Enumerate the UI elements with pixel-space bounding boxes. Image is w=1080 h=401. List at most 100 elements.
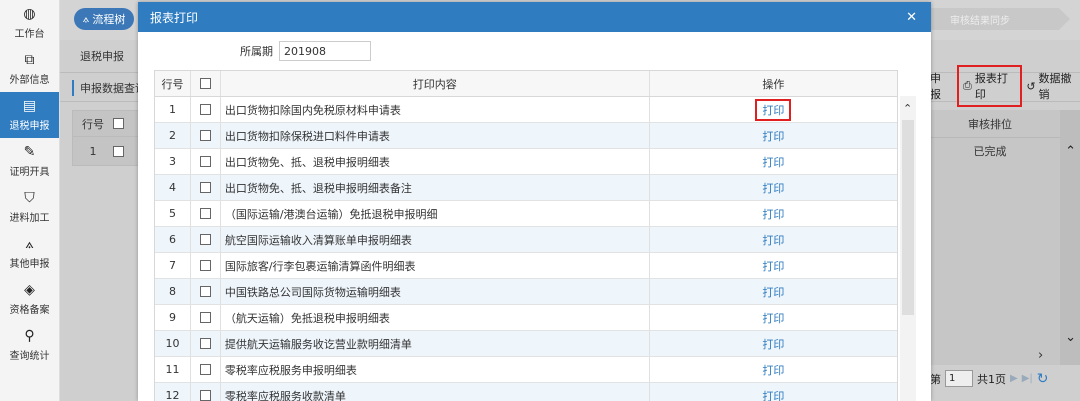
row-content: 中国铁路总公司国际货物运输明细表: [221, 279, 650, 304]
print-link[interactable]: 打印: [762, 206, 784, 222]
sidebar-item-label: 资格备案: [9, 305, 50, 316]
row-no: 6: [155, 227, 191, 252]
select-all-checkbox[interactable]: [199, 78, 211, 89]
sidebar-item-label: 查询统计: [9, 351, 50, 362]
print-table: 行号 打印内容 操作 1 出口货物扣除国内免税原材料申请表 打印 2 出口货物扣除保税进…: [154, 70, 898, 401]
report-print-dialog: 报表打印 ✕ 所属期 201908 行号 打印内容 操作 1 出口货物扣除国内免税…: [138, 2, 931, 401]
last-page-icon[interactable]: ▶|: [1022, 373, 1033, 384]
tab-query-data[interactable]: 申报数据查询: [72, 80, 146, 96]
row-checkbox[interactable]: [199, 312, 211, 323]
print-link[interactable]: 打印: [762, 232, 784, 248]
period-label: 所属期: [240, 45, 273, 58]
table-row: 9 （航天运输）免抵退税申报明细表 打印: [155, 305, 897, 331]
print-link[interactable]: 打印: [762, 128, 784, 144]
sidebar-item-0[interactable]: ◍ 工作台: [0, 0, 59, 46]
sidebar-item-label: 退税申报: [9, 121, 50, 132]
sidebar-item-4[interactable]: ⛉ 进料加工: [0, 184, 59, 230]
dashboard-icon: ◍: [23, 6, 36, 22]
dialog-scrollbar[interactable]: ⌃: [900, 96, 916, 401]
table-row: 1 出口货物扣除国内免税原材料申请表 打印: [155, 97, 897, 123]
sidebar-item-5[interactable]: ⟑ 其他申报: [0, 230, 59, 276]
table-row: 8 中国铁路总公司国际货物运输明细表 打印: [155, 279, 897, 305]
print-link[interactable]: 打印: [762, 388, 784, 401]
sidebar-item-2[interactable]: ▤ 退税申报: [0, 92, 59, 138]
sidebar-item-label: 工作台: [14, 29, 45, 40]
sidebar-item-7[interactable]: ⚲ 查询统计: [0, 322, 59, 368]
close-icon[interactable]: ✕: [906, 10, 917, 25]
row-checkbox[interactable]: [199, 390, 211, 401]
print-link[interactable]: 打印: [762, 180, 784, 196]
printer-icon: ⎙: [963, 79, 972, 92]
row-checkbox[interactable]: [199, 338, 211, 349]
print-link[interactable]: 打印: [762, 310, 784, 326]
background-scrollbar[interactable]: ⌃ ⌄: [1060, 110, 1080, 365]
row-checkbox[interactable]: [199, 156, 211, 167]
row-no: 11: [155, 357, 191, 382]
row-checkbox-cell: [191, 357, 221, 382]
dialog-header: 报表打印 ✕: [138, 2, 931, 32]
row-action-cell: 打印: [650, 279, 897, 304]
row-action-cell: 打印: [650, 97, 897, 122]
page-input[interactable]: 1: [945, 370, 973, 387]
row-checkbox[interactable]: [113, 145, 124, 157]
row-no: 4: [155, 175, 191, 200]
row-content: 出口货物扣除国内免税原材料申请表: [221, 97, 650, 122]
data-undo-button[interactable]: ↺ 数据撤销: [1026, 70, 1080, 102]
sidebar-item-3[interactable]: ✎ 证明开具: [0, 138, 59, 184]
select-all-checkbox[interactable]: [113, 118, 124, 129]
sidebar-item-6[interactable]: ◈ 资格备案: [0, 276, 59, 322]
sidebar-item-label: 进料加工: [9, 213, 50, 224]
row-checkbox[interactable]: [199, 208, 211, 219]
pager-prefix: 第: [930, 372, 941, 386]
row-checkbox[interactable]: [199, 130, 211, 141]
sidebar-item-1[interactable]: ⧉ 外部信息: [0, 46, 59, 92]
print-link[interactable]: 打印: [762, 258, 784, 274]
row-content: 零税率应税服务收款清单: [221, 383, 650, 401]
period-input[interactable]: 201908: [279, 41, 371, 61]
print-link[interactable]: 打印: [762, 336, 784, 352]
period-field: 所属期 201908: [240, 41, 371, 61]
row-no: 8: [155, 279, 191, 304]
row-checkbox[interactable]: [199, 104, 211, 115]
row-checkbox[interactable]: [199, 286, 211, 297]
row-no: 7: [155, 253, 191, 278]
scroll-thumb[interactable]: [902, 120, 914, 315]
row-checkbox-cell: [191, 149, 221, 174]
table-row: 4 出口货物免、抵、退税申报明细表备注 打印: [155, 175, 897, 201]
edit-icon: ✎: [23, 144, 36, 160]
chevron-right-icon[interactable]: ›: [1038, 348, 1043, 363]
header-action: 操作: [762, 77, 785, 91]
pager-total: 共1页: [977, 372, 1006, 386]
row-checkbox[interactable]: [199, 364, 211, 375]
row-no: 10: [155, 331, 191, 356]
sitemap-icon: ⟑: [25, 236, 34, 252]
row-checkbox-cell: [191, 253, 221, 278]
print-link[interactable]: 打印: [755, 98, 792, 121]
shield-icon: ⛉: [24, 190, 35, 206]
sitemap-icon: ⟑: [82, 12, 90, 25]
print-link[interactable]: 打印: [762, 362, 784, 378]
row-content: （国际运输/港澳台运输）免抵退税申报明细: [221, 201, 650, 226]
row-action-cell: 打印: [650, 253, 897, 278]
row-checkbox[interactable]: [199, 182, 211, 193]
row-checkbox-cell: [191, 305, 221, 330]
row-action-cell: 打印: [650, 201, 897, 226]
tab-tax-refund[interactable]: 退税申报: [80, 48, 124, 64]
refresh-icon[interactable]: ↻: [1037, 371, 1049, 387]
chevron-up-icon[interactable]: ⌃: [1065, 144, 1076, 159]
print-link[interactable]: 打印: [762, 154, 784, 170]
sidebar-item-label: 证明开具: [9, 167, 50, 178]
chevron-up-icon[interactable]: ⌃: [903, 102, 912, 115]
flow-tree-button[interactable]: ⟑ 流程树: [74, 8, 134, 30]
print-link[interactable]: 打印: [762, 284, 784, 300]
row-checkbox[interactable]: [199, 260, 211, 271]
chevron-down-icon[interactable]: ⌄: [1065, 330, 1076, 345]
row-checkbox[interactable]: [199, 234, 211, 245]
table-row: 11 零税率应税服务申报明细表 打印: [155, 357, 897, 383]
header-audit-rank: 审核排位: [930, 110, 1080, 138]
next-page-icon[interactable]: ▶: [1010, 373, 1018, 384]
header-content: 打印内容: [221, 71, 650, 96]
toolbar-prefix[interactable]: 申报: [930, 70, 951, 102]
sync-step: 审核结果同步: [930, 8, 1070, 30]
report-print-button[interactable]: ⎙ 报表打印: [957, 65, 1023, 107]
